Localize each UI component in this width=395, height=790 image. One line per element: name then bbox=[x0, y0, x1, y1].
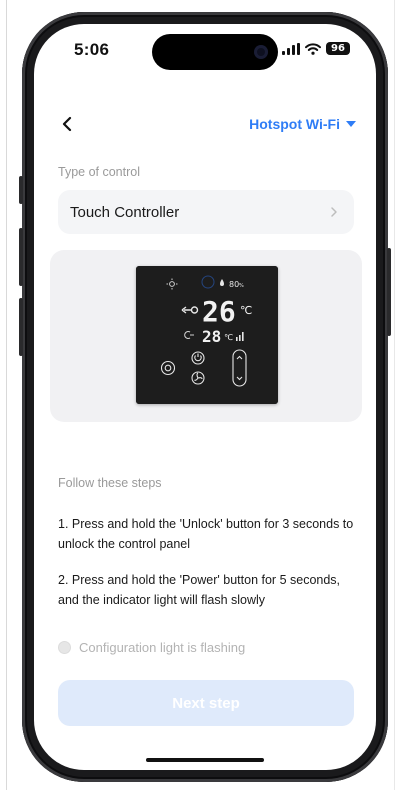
cellular-signal-icon bbox=[282, 42, 300, 55]
next-step-button[interactable]: Next step bbox=[58, 680, 354, 726]
battery-indicator: 96 bbox=[326, 42, 350, 55]
network-selector-label: Hotspot Wi-Fi bbox=[249, 116, 340, 132]
phone-frame: 5:06 96 Hotspot Wi-Fi Type of control To… bbox=[19, 12, 391, 782]
steps-label: Follow these steps bbox=[58, 476, 162, 490]
control-type-selector[interactable]: Touch Controller bbox=[58, 190, 354, 234]
front-camera bbox=[254, 45, 268, 59]
chevron-right-icon bbox=[331, 207, 337, 217]
device-preview-card: 80 % 26 ℃ 28 ℃ bbox=[50, 250, 362, 422]
power-side-button bbox=[387, 248, 391, 336]
main-temperature: 26 bbox=[202, 295, 236, 328]
status-icons: 96 bbox=[282, 42, 350, 55]
thermostat-device-image: 80 % 26 ℃ 28 ℃ bbox=[136, 266, 278, 404]
control-type-label: Type of control bbox=[58, 165, 140, 179]
confirm-radio-label: Configuration light is flashing bbox=[79, 640, 246, 655]
volume-up-button bbox=[19, 228, 23, 286]
confirm-radio-button[interactable] bbox=[58, 641, 71, 654]
status-time: 5:06 bbox=[74, 40, 110, 59]
secondary-temperature-unit: ℃ bbox=[224, 333, 233, 342]
humidity-unit-icon: % bbox=[239, 283, 244, 289]
dynamic-island bbox=[152, 34, 278, 70]
main-temperature-unit: ℃ bbox=[240, 304, 252, 317]
secondary-temperature: 28 bbox=[202, 327, 221, 346]
home-indicator[interactable] bbox=[146, 758, 264, 762]
page-border-left bbox=[6, 0, 7, 790]
wifi-icon bbox=[305, 42, 321, 55]
control-type-value: Touch Controller bbox=[70, 203, 180, 221]
app-screen: 5:06 96 Hotspot Wi-Fi Type of control To… bbox=[34, 24, 376, 770]
mute-switch bbox=[19, 176, 23, 204]
back-arrow-icon[interactable] bbox=[58, 112, 78, 136]
dropdown-caret-icon bbox=[346, 120, 356, 127]
volume-down-button bbox=[19, 298, 23, 356]
step-2-text: 2. Press and hold the 'Power' button for… bbox=[58, 573, 341, 607]
humidity-readout: 80 bbox=[229, 280, 239, 289]
step-1-text: 1. Press and hold the 'Unlock' button fo… bbox=[58, 517, 354, 551]
network-selector[interactable]: Hotspot Wi-Fi bbox=[249, 116, 356, 132]
confirm-light-option[interactable]: Configuration light is flashing bbox=[58, 640, 245, 655]
